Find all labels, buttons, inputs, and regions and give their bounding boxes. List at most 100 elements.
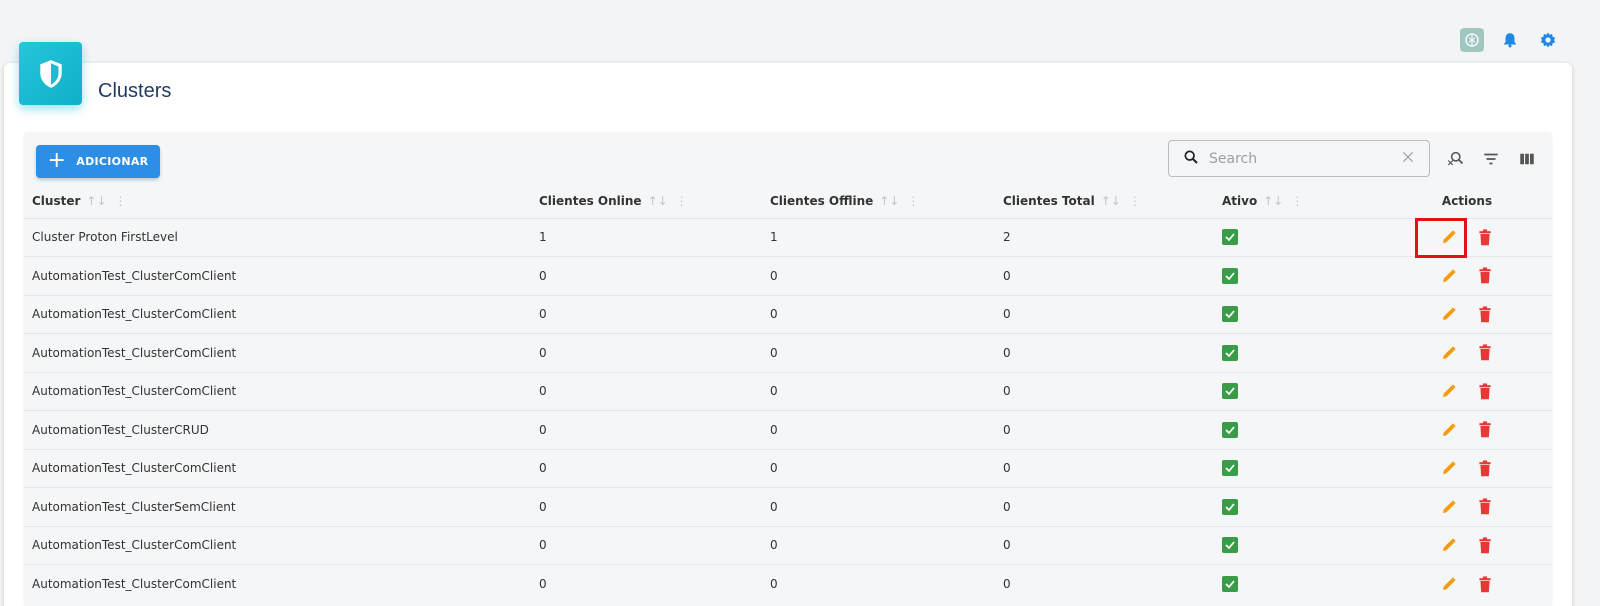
cell-clientes-total: 0 [995,525,1214,565]
edit-button[interactable] [1438,342,1460,364]
column-header-clientes-offline[interactable]: Clientes Offline ↑↓ ⋮ [762,184,995,218]
column-menu-icon[interactable]: ⋮ [1129,194,1141,208]
search-filter-icon[interactable] [1444,148,1466,170]
sort-icon[interactable]: ↑↓ [648,194,668,208]
checkbox-checked-icon [1222,267,1238,284]
delete-button[interactable] [1474,534,1496,556]
delete-button[interactable] [1474,419,1496,441]
column-menu-icon[interactable]: ⋮ [1291,194,1303,208]
cell-clientes-offline: 0 [762,371,995,411]
column-label: Ativo [1222,193,1258,208]
cell-clientes-total: 0 [995,371,1214,411]
column-header-cluster[interactable]: Cluster ↑↓ ⋮ [24,184,531,218]
edit-button[interactable] [1438,380,1460,402]
add-button[interactable]: + ADICIONAR [36,145,160,178]
columns-icon[interactable] [1516,148,1538,170]
pencil-icon [1443,577,1456,590]
column-header-clientes-total[interactable]: Clientes Total ↑↓ ⋮ [995,184,1214,218]
edit-highlight-box [1415,218,1467,258]
cell-clientes-offline: 0 [762,410,995,449]
trash-icon [1479,229,1491,245]
column-menu-icon[interactable]: ⋮ [907,194,919,208]
cell-clientes-total: 0 [995,333,1214,372]
edit-button[interactable] [1438,534,1460,556]
search-box[interactable] [1168,140,1430,177]
pencil-icon [1443,384,1456,398]
sort-icon[interactable]: ↑↓ [879,194,899,208]
cell-clientes-total: 0 [995,487,1214,526]
clear-icon[interactable] [1401,149,1415,168]
cell-cluster: AutomationTest_ClusterComClient [24,333,531,372]
cell-ativo [1214,525,1382,565]
trash-icon [1479,267,1491,284]
cell-clientes-offline: 0 [762,448,995,488]
edit-button[interactable] [1438,496,1460,518]
column-header-clientes-online[interactable]: Clientes Online ↑↓ ⋮ [531,184,762,218]
cell-ativo [1214,487,1382,526]
delete-button[interactable] [1474,265,1496,287]
table-row[interactable]: AutomationTest_ClusterComClient 0 0 0 [24,448,1552,488]
delete-button[interactable] [1474,226,1496,248]
bell-icon[interactable] [1498,28,1522,52]
cell-clientes-total: 2 [995,217,1214,257]
checkbox-checked-icon [1222,498,1238,515]
sort-icon[interactable]: ↑↓ [1101,194,1121,208]
table-row[interactable]: AutomationTest_ClusterComClient 0 0 0 [24,525,1552,565]
cell-actions [1382,333,1552,372]
edit-button[interactable] [1438,573,1460,595]
table-row[interactable]: AutomationTest_ClusterComClient 0 0 0 [24,564,1552,603]
table-row[interactable]: AutomationTest_ClusterComClient 0 0 0 [24,294,1552,334]
edit-button[interactable] [1438,265,1460,287]
cell-actions [1382,294,1552,334]
cell-clientes-online: 0 [531,294,762,334]
cell-clientes-online: 0 [531,448,762,488]
cell-ativo [1214,448,1382,488]
cell-clientes-online: 0 [531,564,762,603]
cell-clientes-offline: 0 [762,525,995,565]
edit-button[interactable] [1438,419,1460,441]
cell-cluster: Cluster Proton FirstLevel [24,217,531,257]
checkbox-checked-icon [1222,229,1238,246]
delete-button[interactable] [1474,573,1496,595]
delete-button[interactable] [1474,380,1496,402]
edit-button[interactable] [1438,457,1460,479]
table-row[interactable]: AutomationTest_ClusterComClient 0 0 0 [24,371,1552,411]
table-row[interactable]: AutomationTest_ClusterComClient 0 0 0 [24,256,1552,295]
chatgpt-icon[interactable] [1460,28,1484,52]
sort-icon[interactable]: ↑↓ [1263,194,1283,208]
checkbox-checked-icon [1222,460,1238,477]
delete-button[interactable] [1474,457,1496,479]
column-menu-icon[interactable]: ⋮ [115,194,127,208]
delete-button[interactable] [1474,342,1496,364]
column-header-ativo[interactable]: Ativo ↑↓ ⋮ [1214,184,1382,218]
trash-icon [1479,306,1491,322]
gear-icon[interactable] [1536,28,1560,52]
checkbox-checked-icon [1222,576,1238,592]
cell-ativo [1214,564,1382,603]
trash-icon [1479,498,1491,515]
filter-icon[interactable] [1480,148,1502,170]
table-row[interactable]: AutomationTest_ClusterComClient 0 0 0 [24,333,1552,372]
cell-clientes-online: 1 [531,217,762,257]
top-toolbar [1460,28,1560,52]
cell-cluster: AutomationTest_ClusterSemClient [24,487,531,526]
cell-actions [1382,448,1552,488]
trash-icon [1479,421,1491,438]
cell-ativo [1214,294,1382,334]
table-row[interactable]: AutomationTest_ClusterSemClient 0 0 0 [24,487,1552,526]
cell-cluster: AutomationTest_ClusterCRUD [24,410,531,449]
sort-icon[interactable]: ↑↓ [86,194,106,208]
delete-button[interactable] [1474,303,1496,325]
cell-clientes-total: 0 [995,410,1214,449]
edit-button[interactable] [1438,303,1460,325]
pencil-icon [1443,307,1456,321]
pencil-icon [1443,500,1456,513]
column-menu-icon[interactable]: ⋮ [676,194,688,208]
delete-button[interactable] [1474,496,1496,518]
cell-actions [1382,217,1552,257]
table-row[interactable]: AutomationTest_ClusterCRUD 0 0 0 [24,410,1552,449]
cell-cluster: AutomationTest_ClusterComClient [24,525,531,565]
add-button-label: ADICIONAR [76,155,149,168]
search-input[interactable] [1209,150,1401,167]
table-row[interactable]: Cluster Proton FirstLevel 1 1 2 [24,217,1552,257]
